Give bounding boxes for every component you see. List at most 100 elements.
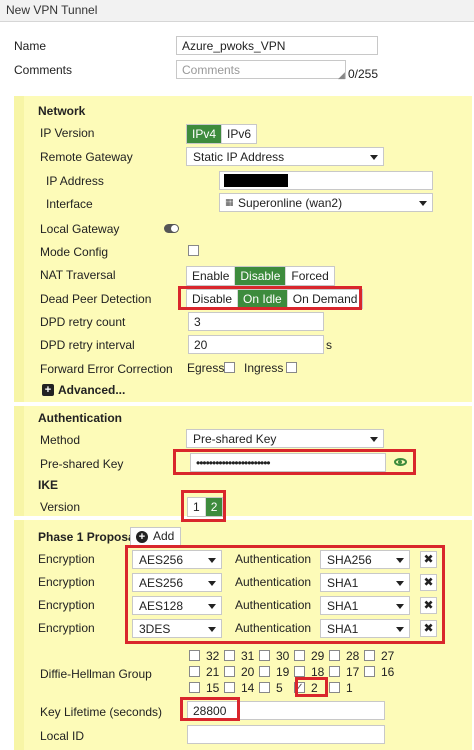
comments-input[interactable]: Comments xyxy=(176,60,346,79)
remote-gateway-label: Remote Gateway xyxy=(40,150,133,164)
dh-group-checkbox[interactable] xyxy=(259,666,270,677)
dh-group-value: 17 xyxy=(346,665,360,679)
network-heading: Network xyxy=(38,104,86,118)
highlight-box xyxy=(181,490,226,522)
chevron-down-icon xyxy=(419,201,427,206)
fec-egress-label: Egress xyxy=(187,361,225,375)
mode-config-checkbox[interactable] xyxy=(188,245,199,256)
phase1-heading: Phase 1 Proposal xyxy=(38,530,139,544)
remote-gateway-select[interactable]: Static IP Address xyxy=(186,147,384,166)
dpd-retry-count-label: DPD retry count xyxy=(40,315,126,329)
auth-method-value: Pre-shared Key xyxy=(193,432,277,446)
nat-traversal-enable[interactable]: Enable xyxy=(187,267,236,285)
dpd-retry-interval-input[interactable]: 20 xyxy=(188,335,324,354)
ike-version-row xyxy=(14,494,472,516)
auth-method-select[interactable]: Pre-shared Key xyxy=(186,429,384,448)
dh-group-checkbox[interactable] xyxy=(364,666,375,677)
ip-version-ipv4[interactable]: IPv4 xyxy=(187,125,223,143)
ip-version-toggle[interactable]: IPv4 IPv6 xyxy=(186,124,258,144)
local-id-input[interactable] xyxy=(187,725,385,744)
key-lifetime-label: Key Lifetime (seconds) xyxy=(40,705,163,719)
dh-group-value: 21 xyxy=(206,665,220,679)
dh-group-value: 31 xyxy=(241,649,255,663)
interface-value: Superonline (wan2) xyxy=(238,196,343,210)
dpd-label: Dead Peer Detection xyxy=(40,292,152,306)
expand-icon[interactable]: + xyxy=(42,384,54,396)
add-proposal-button[interactable]: + Add xyxy=(130,527,182,546)
dh-group-checkbox[interactable] xyxy=(329,682,340,693)
dh-group-checkbox[interactable] xyxy=(224,650,235,661)
dh-group-checkbox[interactable] xyxy=(259,682,270,693)
encryption-label: Encryption xyxy=(38,598,95,612)
mode-config-label: Mode Config xyxy=(40,245,109,259)
encryption-label: Encryption xyxy=(38,575,95,589)
nat-traversal-disable[interactable]: Disable xyxy=(235,267,287,285)
dpd-retry-interval-label: DPD retry interval xyxy=(40,338,135,352)
dh-group-checkbox[interactable] xyxy=(224,682,235,693)
dh-group-checkbox[interactable] xyxy=(259,650,270,661)
dh-group-checkbox[interactable] xyxy=(329,650,340,661)
dh-group-label: Diffie-Hellman Group xyxy=(40,667,152,681)
window-title: New VPN Tunnel xyxy=(0,0,474,22)
encryption-label: Encryption xyxy=(38,621,95,635)
highlight-box xyxy=(173,449,416,475)
advanced-link[interactable]: Advanced... xyxy=(58,383,125,397)
interface-select[interactable]: ▦ Superonline (wan2) xyxy=(219,193,433,212)
nat-traversal-label: NAT Traversal xyxy=(40,268,116,282)
highlight-box xyxy=(295,677,328,697)
dh-group-checkbox[interactable] xyxy=(189,650,200,661)
dh-group-value: 28 xyxy=(346,649,360,663)
dh-group-value: 27 xyxy=(381,649,395,663)
dh-group-value: 15 xyxy=(206,681,220,695)
network-panel: Network IP Version IPv4 IPv6 Remote Gate… xyxy=(14,96,472,402)
highlight-box xyxy=(180,697,240,721)
fec-ingress-checkbox[interactable] xyxy=(286,362,297,373)
dh-group-value: 16 xyxy=(381,665,395,679)
dh-group-checkbox[interactable] xyxy=(294,666,305,677)
dh-group-value: 30 xyxy=(276,649,290,663)
auth-method-label: Method xyxy=(40,433,81,447)
ike-heading: IKE xyxy=(38,478,59,492)
dpd-retry-count-input[interactable]: 3 xyxy=(188,312,324,331)
dh-group-value: 1 xyxy=(346,681,353,695)
local-gateway-toggle[interactable] xyxy=(164,224,179,233)
ike-version-label: Version xyxy=(40,500,81,514)
highlight-box xyxy=(125,545,445,644)
dh-group-checkbox[interactable] xyxy=(189,666,200,677)
dh-group-checkbox[interactable] xyxy=(224,666,235,677)
encryption-label: Encryption xyxy=(38,552,95,566)
nat-traversal-toggle[interactable]: Enable Disable Forced xyxy=(186,266,335,286)
dh-group-value: 32 xyxy=(206,649,220,663)
redaction-block xyxy=(224,174,288,187)
highlight-box xyxy=(178,286,362,310)
dh-group-value: 19 xyxy=(276,665,290,679)
ip-version-ipv6[interactable]: IPv6 xyxy=(222,125,256,143)
fec-egress-checkbox[interactable] xyxy=(224,362,235,373)
dh-group-value: 14 xyxy=(241,681,255,695)
dh-group-value: 20 xyxy=(241,665,255,679)
dh-group-value: 5 xyxy=(276,681,283,695)
ip-version-label: IP Version xyxy=(40,126,95,140)
comments-label: Comments xyxy=(14,63,73,77)
resize-handle-icon[interactable]: ◢ xyxy=(338,70,345,81)
plus-icon: + xyxy=(136,531,148,543)
name-label: Name xyxy=(14,39,47,53)
comments-counter: 0/255 xyxy=(348,67,379,81)
dh-group-checkbox[interactable] xyxy=(189,682,200,693)
dpd-retry-interval-unit: s xyxy=(326,338,332,352)
add-proposal-label: Add xyxy=(153,529,175,543)
interface-label: Interface xyxy=(46,197,93,211)
nat-traversal-forced[interactable]: Forced xyxy=(286,267,333,285)
local-id-label: Local ID xyxy=(40,729,85,743)
ip-address-input[interactable] xyxy=(219,171,433,190)
remote-gateway-value: Static IP Address xyxy=(193,150,285,164)
dh-group-checkbox[interactable] xyxy=(294,650,305,661)
name-input[interactable]: Azure_pwoks_VPN xyxy=(176,36,378,55)
authentication-heading: Authentication xyxy=(38,411,122,425)
fec-label: Forward Error Correction xyxy=(40,362,173,376)
chevron-down-icon xyxy=(370,155,378,160)
dh-group-checkbox[interactable] xyxy=(329,666,340,677)
dh-group-checkbox[interactable] xyxy=(364,650,375,661)
network-port-icon: ▦ xyxy=(225,197,234,207)
fec-ingress-label: Ingress xyxy=(244,361,284,375)
